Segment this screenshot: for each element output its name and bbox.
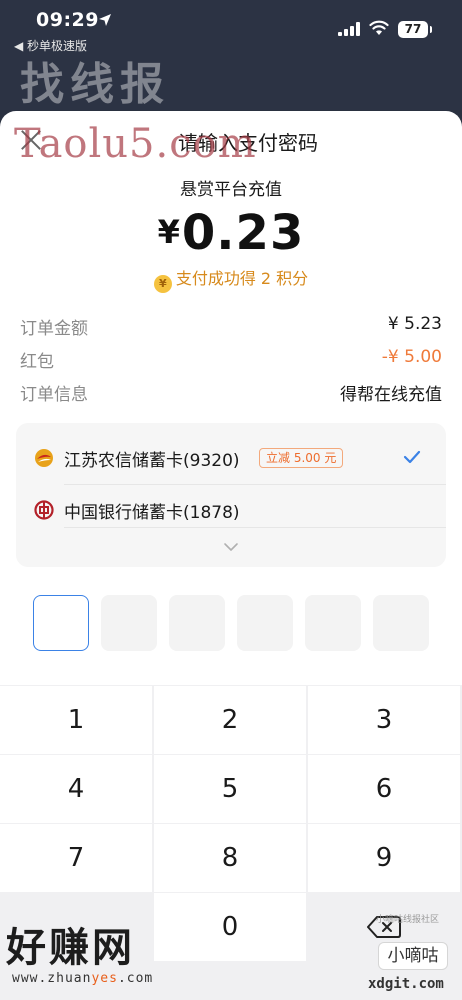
pin-box-5[interactable] <box>305 595 361 651</box>
key-9[interactable]: 9 <box>308 824 460 892</box>
pin-box-2[interactable] <box>101 595 157 651</box>
payment-method-name: 中国银行储蓄卡(1878) <box>64 503 240 523</box>
pin-box-3[interactable] <box>169 595 225 651</box>
detail-row-order-amount: 订单金额 ¥ 5.23 <box>20 314 442 339</box>
detail-value: 得帮在线充值 <box>340 385 442 405</box>
coin-icon: ¥ <box>153 275 172 293</box>
watermark-url: xdgit.com <box>368 976 444 992</box>
watermark-top: 找线报 <box>20 59 170 110</box>
payment-method-list: 江苏农信储蓄卡(9320) 立减 5.00 元 中国银行储蓄卡(1878) <box>16 423 446 567</box>
chevron-down-icon[interactable] <box>223 539 239 555</box>
status-bar: 09:29 ◀ 秒单极速版 77 找线报 <box>0 0 462 110</box>
discount-badge: 立减 5.00 元 <box>259 448 344 468</box>
pin-box-1[interactable] <box>33 595 89 651</box>
amount-value: 0.23 <box>181 205 305 261</box>
detail-label: 红包 <box>20 352 54 372</box>
location-arrow-icon <box>99 14 111 26</box>
payment-method-name: 江苏农信储蓄卡(9320) <box>64 451 240 471</box>
key-5[interactable]: 5 <box>154 755 306 823</box>
currency-symbol: ¥ <box>157 213 180 251</box>
detail-value: -¥ 5.00 <box>381 347 442 367</box>
merchant-name: 悬赏平台充值 <box>180 180 282 200</box>
cellular-signal-icon <box>338 22 360 36</box>
watermark-bottom-left-url: www.zhuanyes.com <box>12 971 154 986</box>
wifi-icon <box>369 20 389 35</box>
battery-indicator: 77 <box>398 21 432 38</box>
key-1[interactable]: 1 <box>0 686 152 754</box>
key-3[interactable]: 3 <box>308 686 460 754</box>
key-7[interactable]: 7 <box>0 824 152 892</box>
watermark-bottom-right: 小嘀咕线报社区 小嘀咕 xdgit.com <box>364 912 462 998</box>
detail-row-red-packet: 红包 -¥ 5.00 <box>20 347 442 372</box>
divider <box>64 527 446 528</box>
jiangsu-rural-bank-icon <box>35 449 53 467</box>
watermark-bottom-left-title: 好赚网 <box>6 925 135 971</box>
points-reward: ¥ 支付成功得 2 积分 <box>0 265 462 293</box>
key-8[interactable]: 8 <box>154 824 306 892</box>
watermark-bottom-left: 好赚网 www.zhuanyes.com <box>6 915 196 995</box>
pin-box-6[interactable] <box>373 595 429 651</box>
detail-label: 订单信息 <box>20 385 88 405</box>
payment-method-boc[interactable]: 中国银行储蓄卡(1878) <box>16 485 446 537</box>
detail-row-order-info: 订单信息 得帮在线充值 <box>20 380 442 405</box>
pin-box-4[interactable] <box>237 595 293 651</box>
detail-value: ¥ 5.23 <box>387 314 442 334</box>
bank-of-china-icon <box>34 500 54 520</box>
watermark-middle: Taolu5.com <box>14 121 257 167</box>
watermark-tag: 小嘀咕线报社区 <box>376 915 440 925</box>
payment-amount: ¥0.23 <box>0 205 462 261</box>
detail-label: 订单金额 <box>20 319 88 339</box>
checkmark-icon <box>403 450 421 464</box>
password-input[interactable] <box>33 595 429 651</box>
payment-sheet: 请输入支付密码 Taolu5.com 悬赏平台充值 ¥0.23 ¥ 支付成功得 2… <box>0 111 462 1000</box>
watermark-chip: 小嘀咕 <box>378 942 448 970</box>
points-text: 支付成功得 2 积分 <box>175 269 309 288</box>
key-6[interactable]: 6 <box>308 755 460 823</box>
key-2[interactable]: 2 <box>154 686 306 754</box>
payment-method-jiangsu[interactable]: 江苏农信储蓄卡(9320) 立减 5.00 元 <box>16 433 446 485</box>
status-time: 09:29 <box>36 9 99 31</box>
key-4[interactable]: 4 <box>0 755 152 823</box>
